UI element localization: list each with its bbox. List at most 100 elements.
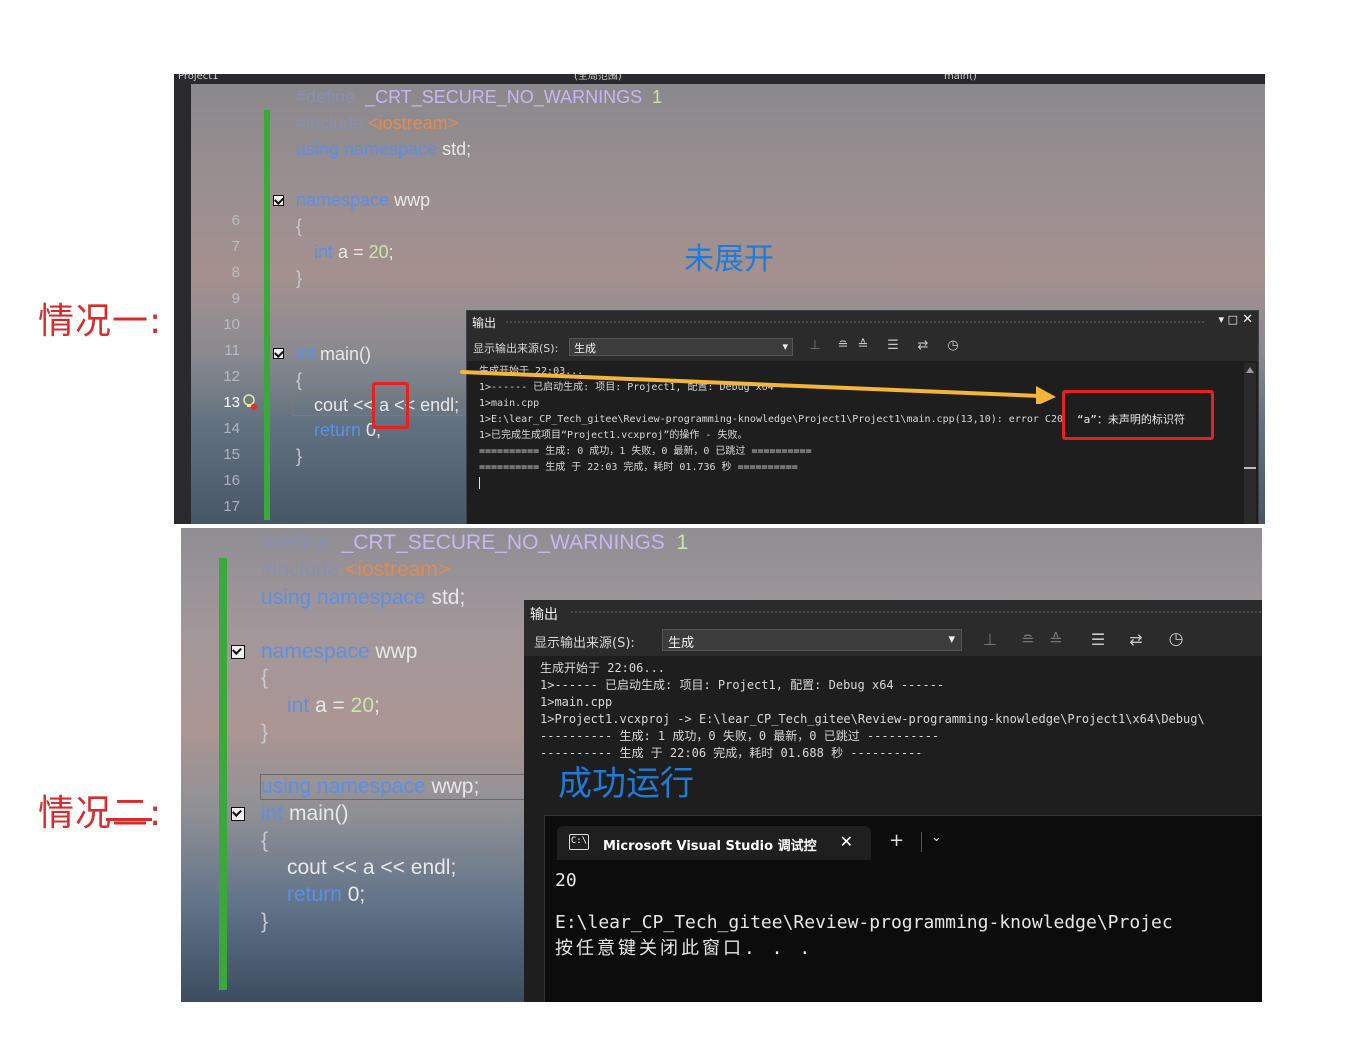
output-line: ========== 生成 于 22:03 完成，耗时 01.736 秒 ===… (479, 462, 798, 473)
fold-namespace-icon[interactable] (231, 645, 245, 659)
fold-main-icon[interactable] (231, 807, 245, 821)
code-line-using-wwp: using namespace wwp; (261, 775, 480, 798)
code-line-namespace: namespace wwp (261, 640, 418, 663)
maximize-icon[interactable]: □ (1228, 313, 1238, 326)
code-line-main: int main() (261, 802, 349, 825)
code-line-brace: { (296, 370, 303, 390)
output-title: 输出 (530, 607, 558, 623)
output-title-bar: 输出 ▾ □ ✕ (467, 311, 1258, 333)
code-line-brace: { (296, 216, 303, 236)
goto-prev-icon[interactable]: ⊥ (980, 630, 1000, 649)
line-number-current: 13 (223, 394, 240, 411)
word-wrap-icon[interactable]: ⇄ (1126, 630, 1146, 649)
terminal-tab[interactable]: C:\ Microsoft Visual Studio 调试控 ✕ (557, 826, 871, 860)
output-line: 生成开始于 22:06... (540, 661, 666, 675)
output-window-2: 输出 显示输出来源(S): 生成 ▾ ⊥ ≘ ≙ ☰ ⇄ ◷ 生成开始于 22:… (524, 600, 1262, 1002)
line-number: 17 (223, 498, 240, 515)
output-line: ========== 生成: 0 成功，1 失败，0 最新，0 已跳过 ====… (479, 446, 812, 457)
console-icon: C:\ (569, 834, 589, 850)
code-line-return: return 0; (314, 420, 382, 440)
line-number: 9 (231, 290, 240, 307)
line-number: 12 (223, 368, 240, 385)
change-tracking-bar (264, 110, 270, 520)
code-line-brace: { (261, 666, 269, 689)
close-tab-icon[interactable]: ✕ (840, 832, 853, 851)
highlight-box-identifier (372, 382, 409, 429)
code-line-brace: } (296, 446, 303, 466)
code-line-define: #define _CRT_SECURE_NO_WARNINGS 1 (296, 87, 663, 107)
line-number: 7 (231, 238, 240, 255)
source-select[interactable]: 生成 ▾ (662, 629, 962, 651)
change-tracking-bar (219, 558, 227, 990)
code-line-include: #include <iostream> (261, 558, 451, 581)
output-line: 1>------ 已启动生成: 项目: Project1, 配置: Debug … (540, 678, 945, 692)
line-number: 16 (223, 472, 240, 489)
code-line-int-a: int a = 20; (314, 242, 394, 262)
case2-underline (106, 818, 152, 821)
output-line: 1>main.cpp (540, 695, 613, 709)
close-icon[interactable]: ✕ (1242, 312, 1253, 327)
next-message-icon[interactable]: ≙ (1046, 630, 1066, 649)
goto-prev-icon[interactable]: ⊥ (807, 338, 823, 353)
lightbulb-error-icon[interactable] (242, 393, 258, 411)
case2-label: 情况二: (38, 793, 163, 834)
output-scrollbar[interactable] (1244, 363, 1256, 524)
arrow-annotation (460, 370, 1056, 404)
line-number: 8 (231, 264, 240, 281)
terminal-body: 20 E:\lear_CP_Tech_gitee\Review-programm… (545, 860, 1262, 1002)
code-line-cout: cout << a << endl; (287, 856, 457, 879)
code-line-brace: } (296, 268, 303, 288)
line-number: 6 (231, 212, 240, 229)
code-line-namespace: namespace wwp (296, 190, 431, 210)
terminal-tab-title: Microsoft Visual Studio 调试控 (603, 839, 817, 854)
editor-panel-1: Project1 (全局范围) main() 6 7 8 9 10 11 12 … (174, 74, 1265, 524)
output-toolbar: 显示输出来源(S): 生成 ▾ ⊥ ≘ ≙ ☰ ⇄ ◷ (467, 333, 1258, 361)
code-line-using: using namespace std; (261, 586, 466, 609)
highlight-box-error (1062, 390, 1214, 440)
line-number: 14 (223, 420, 240, 437)
clear-all-icon[interactable]: ☰ (1088, 630, 1108, 649)
code-line-include: #include <iostream> (296, 113, 459, 133)
source-label: 显示输出来源(S): (534, 636, 635, 651)
line-number: 11 (224, 342, 240, 359)
source-select[interactable]: 生成 ▾ (569, 338, 793, 356)
next-message-icon[interactable]: ≙ (855, 338, 871, 353)
clear-all-icon[interactable]: ☰ (885, 338, 901, 353)
output-log-2: 生成开始于 22:06... 1>------ 已启动生成: 项目: Projec… (540, 660, 1205, 762)
code-line-brace: } (261, 910, 269, 933)
output-title: 输出 (472, 316, 497, 330)
chevron-down-icon[interactable]: ⌄ (931, 830, 942, 845)
code-line-brace: { (261, 829, 269, 852)
clock-icon[interactable]: ◷ (945, 338, 961, 353)
code-line-brace: } (261, 721, 269, 744)
editor-navigation-bar: Project1 (全局范围) main() (174, 74, 1265, 84)
output-line: ---------- 生成: 1 成功，0 失败，0 最新，0 已跳过 ----… (540, 729, 940, 743)
text-cursor (479, 477, 480, 489)
function-dropdown[interactable]: main() (944, 74, 977, 82)
fold-namespace-icon[interactable] (273, 195, 284, 206)
editor-gutter (174, 84, 191, 524)
fold-main-icon[interactable] (273, 348, 284, 359)
dropdown-icon[interactable]: ▾ (1218, 313, 1224, 326)
word-wrap-icon[interactable]: ⇄ (915, 338, 931, 353)
output-line: 1>Project1.vcxproj -> E:\lear_CP_Tech_gi… (540, 712, 1205, 726)
new-tab-button[interactable]: + (889, 830, 904, 851)
terminal-output-value: 20 (555, 870, 577, 891)
code-line-return: return 0; (287, 883, 366, 906)
output-line: 1>E:\lear_CP_Tech_gitee\Review-programmi… (479, 414, 1082, 425)
prev-message-icon[interactable]: ≘ (835, 338, 851, 353)
terminal-press-key: 按任意键关闭此窗口. . . (555, 938, 814, 959)
code-line-define: #define _CRT_SECURE_NO_WARNINGS 1 (261, 531, 689, 554)
case1-label: 情况一: (38, 301, 163, 342)
project-dropdown[interactable]: Project1 (178, 74, 219, 82)
line-number: 10 (223, 316, 240, 333)
code-line-main: int main() (296, 344, 372, 364)
prev-message-icon[interactable]: ≘ (1018, 630, 1038, 649)
scope-dropdown[interactable]: (全局范围) (574, 74, 622, 82)
debug-console-window: C:\ Microsoft Visual Studio 调试控 ✕ + ⌄ 20… (544, 815, 1262, 1002)
line-number: 15 (223, 446, 240, 463)
not-expanded-label: 未展开 (684, 242, 774, 277)
editor-panel-2: #define _CRT_SECURE_NO_WARNINGS 1 #inclu… (181, 528, 1262, 1002)
clock-icon[interactable]: ◷ (1166, 629, 1186, 649)
output-toolbar: 显示输出来源(S): 生成 ▾ ⊥ ≘ ≙ ☰ ⇄ ◷ (524, 624, 1262, 656)
